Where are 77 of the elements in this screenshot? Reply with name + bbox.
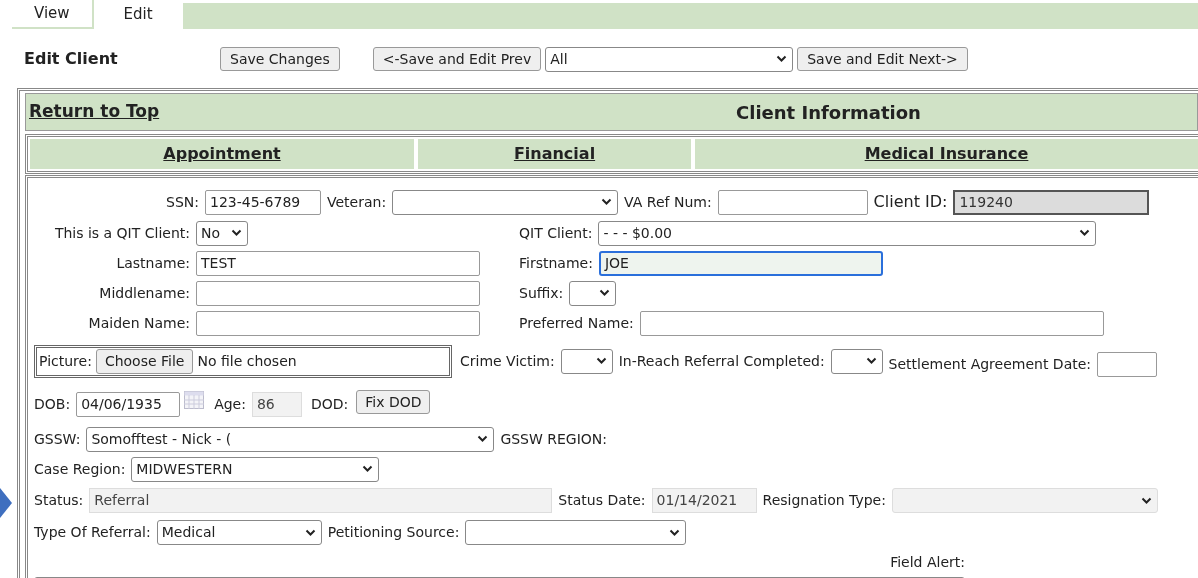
page-title: Edit Client [24, 48, 119, 70]
field-label: Age: [214, 394, 246, 414]
input-field[interactable] [196, 280, 480, 306]
dropdown[interactable] [465, 520, 687, 545]
field-label: Veteran: [326, 192, 387, 212]
field-label: Status: [34, 491, 84, 510]
section-link[interactable]: Financial [513, 142, 596, 166]
field-label: Suffix: [519, 283, 564, 303]
chevron-down-icon [595, 357, 607, 365]
field-label: DOD: [310, 394, 349, 414]
chevron-down-icon [362, 465, 374, 473]
save-changes-button[interactable]: Save Changes [220, 47, 340, 71]
save-and-edit-next-button[interactable]: Save and Edit Next-> [797, 47, 968, 71]
chevron-down-icon [1140, 496, 1152, 505]
field-label: Crime Victim: [460, 351, 555, 371]
field-label: Middlename: [98, 283, 190, 303]
chevron-down-icon [1079, 229, 1091, 237]
fix-dod-button[interactable]: Fix DOD [356, 390, 431, 414]
section-link[interactable]: Medical Insurance [864, 142, 1029, 166]
dropdown[interactable]: Somofftest - Nick - ( [86, 426, 495, 452]
section-link[interactable]: Appointment [163, 142, 281, 166]
input-field[interactable]: 119240 [953, 189, 1150, 215]
dropdown[interactable] [569, 280, 617, 306]
field-label: DOB: [34, 394, 71, 414]
file-status: No file chosen [197, 351, 297, 371]
dropdown[interactable]: Medical [156, 520, 322, 545]
chevron-down-icon [477, 435, 489, 443]
dropdown[interactable] [560, 348, 613, 374]
dropdown[interactable]: All [545, 46, 794, 72]
chevron-down-icon [304, 528, 316, 537]
dropdown[interactable]: No [196, 220, 248, 246]
field-label: Type Of Referral: [34, 523, 151, 542]
field-label: Settlement Agreement Date: [888, 354, 1092, 374]
calendar-icon[interactable] [184, 391, 205, 409]
field-label: Client ID: [873, 191, 948, 213]
chevron-down-icon [599, 289, 611, 297]
file-picker[interactable]: Picture: Choose File No file chosen [34, 344, 452, 378]
field-label: VA Ref Num: [624, 192, 712, 212]
field-label: Lastname: [115, 253, 190, 273]
choose-file-button[interactable]: Choose File [95, 348, 194, 374]
field-label: Field Alert: [890, 552, 965, 572]
field-label: Resignation Type: [762, 491, 886, 510]
field-label: Firstname: [519, 253, 593, 273]
section-heading: Client Information [736, 100, 921, 125]
field-label: SSN: [166, 192, 199, 212]
return-to-top-link[interactable]: Return to Top [26, 99, 160, 125]
input-field[interactable]: JOE [598, 250, 883, 276]
dropdown[interactable] [392, 189, 619, 215]
field-label: This is a QIT Client: [53, 223, 190, 243]
field-label: In-Reach Referral Completed: [618, 351, 825, 371]
field-label: Preferred Name: [519, 313, 634, 333]
dropdown[interactable]: - - - $0.00 [598, 220, 1097, 246]
tab[interactable]: View [12, 0, 94, 29]
field-label: Case Region: [34, 459, 126, 479]
field-label: GSSW: [34, 429, 81, 449]
field-label: QIT Client: [519, 223, 593, 243]
input-field[interactable] [1097, 351, 1158, 377]
field-label: Petitioning Source: [327, 523, 460, 542]
input-field[interactable] [196, 310, 480, 336]
chevron-down-icon [669, 528, 681, 537]
chevron-down-icon [231, 229, 242, 237]
chevron-down-icon [776, 55, 788, 63]
input-field[interactable]: TEST [196, 250, 480, 276]
chevron-down-icon [865, 357, 877, 365]
dropdown[interactable] [830, 348, 883, 374]
field-label: Maiden Name: [87, 313, 190, 333]
field-label: Picture: [39, 351, 92, 371]
field-label: GSSW REGION: [500, 429, 608, 449]
input-field[interactable]: 04/06/1935 [76, 391, 181, 417]
dropdown[interactable]: MIDWESTERN [131, 456, 380, 482]
chevron-down-icon [601, 198, 613, 206]
field-label: Status Date: [558, 491, 646, 510]
chevron-icon [0, 488, 12, 518]
input-field[interactable] [639, 310, 1104, 336]
save-and-edit-prev-button[interactable]: <-Save and Edit Prev [372, 47, 542, 71]
input-field[interactable]: 123-45-6789 [204, 189, 321, 215]
input-field[interactable] [717, 189, 868, 215]
